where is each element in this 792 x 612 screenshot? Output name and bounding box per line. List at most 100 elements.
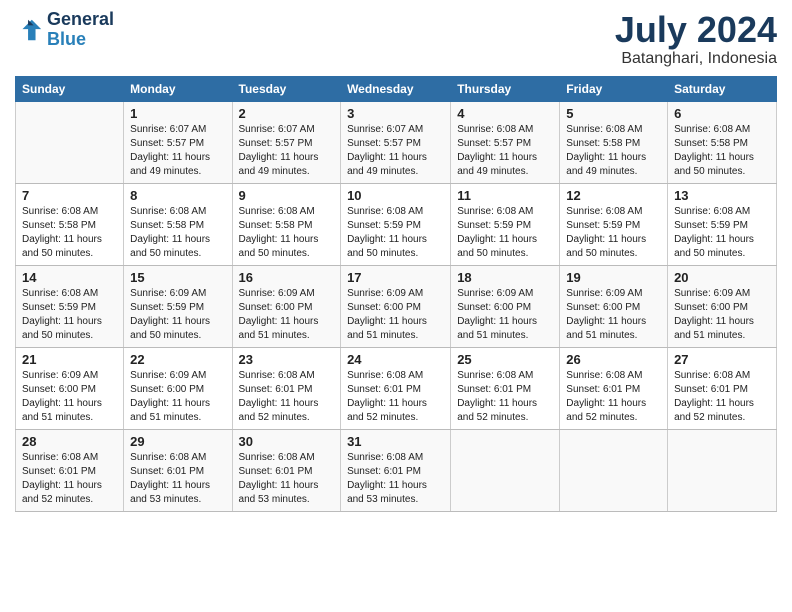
- day-info: Sunrise: 6:08 AM Sunset: 5:58 PM Dayligh…: [239, 205, 335, 261]
- col-tuesday: Tuesday: [232, 76, 341, 101]
- day-number: 15: [130, 270, 225, 285]
- calendar-cell: [16, 101, 124, 183]
- day-info: Sunrise: 6:09 AM Sunset: 6:00 PM Dayligh…: [457, 287, 553, 343]
- calendar-cell: 20Sunrise: 6:09 AM Sunset: 6:00 PM Dayli…: [668, 265, 777, 347]
- calendar-cell: 12 Sunrise: 6:08 AM Sunset: 5:59 PM Dayli…: [560, 183, 668, 265]
- day-info: Sunrise: 6:08 AM Sunset: 6:01 PM Dayligh…: [674, 369, 770, 425]
- day-number: 17: [347, 270, 444, 285]
- day-number: 3: [347, 106, 444, 121]
- day-number: 8: [130, 188, 225, 203]
- day-number: 21: [22, 352, 117, 367]
- col-saturday: Saturday: [668, 76, 777, 101]
- calendar-cell: 5 Sunrise: 6:08 AM Sunset: 5:58 PM Daylig…: [560, 101, 668, 183]
- logo: General Blue: [15, 10, 114, 50]
- calendar-cell: 7Sunrise: 6:08 AM Sunset: 5:58 PM Daylig…: [16, 183, 124, 265]
- calendar-cell: 2 Sunrise: 6:07 AM Sunset: 5:57 PM Daylig…: [232, 101, 341, 183]
- day-info: Sunrise: 6:09 AM Sunset: 6:00 PM Dayligh…: [674, 287, 770, 343]
- day-info: Sunrise: 6:08 AM Sunset: 6:01 PM Dayligh…: [22, 451, 117, 507]
- calendar-week-row: 28 Sunrise: 6:08 AM Sunset: 6:01 PM Dayli…: [16, 429, 777, 511]
- calendar-week-row: 1 Sunrise: 6:07 AM Sunset: 5:57 PM Daylig…: [16, 101, 777, 183]
- calendar-cell: 17 Sunrise: 6:09 AM Sunset: 6:00 PM Dayli…: [341, 265, 451, 347]
- calendar-cell: [451, 429, 560, 511]
- day-number: 2: [239, 106, 335, 121]
- day-info: Sunrise: 6:08 AM Sunset: 5:59 PM Dayligh…: [566, 205, 661, 261]
- logo-line1: General: [47, 10, 114, 30]
- day-info: Sunrise: 6:08 AM Sunset: 5:59 PM Dayligh…: [347, 205, 444, 261]
- day-number: 30: [239, 434, 335, 449]
- calendar-cell: 24 Sunrise: 6:08 AM Sunset: 6:01 PM Dayli…: [341, 347, 451, 429]
- calendar-cell: 3 Sunrise: 6:07 AM Sunset: 5:57 PM Daylig…: [341, 101, 451, 183]
- calendar-cell: 19 Sunrise: 6:09 AM Sunset: 6:00 PM Dayli…: [560, 265, 668, 347]
- day-info: Sunrise: 6:08 AM Sunset: 6:01 PM Dayligh…: [130, 451, 225, 507]
- day-number: 11: [457, 188, 553, 203]
- day-number: 13: [674, 188, 770, 203]
- calendar-week-row: 7Sunrise: 6:08 AM Sunset: 5:58 PM Daylig…: [16, 183, 777, 265]
- day-info: Sunrise: 6:07 AM Sunset: 5:57 PM Dayligh…: [130, 123, 225, 179]
- col-friday: Friday: [560, 76, 668, 101]
- header: General Blue July 2024 Batanghari, Indon…: [15, 10, 777, 68]
- day-info: Sunrise: 6:09 AM Sunset: 6:00 PM Dayligh…: [347, 287, 444, 343]
- day-info: Sunrise: 6:09 AM Sunset: 6:00 PM Dayligh…: [130, 369, 225, 425]
- day-number: 27: [674, 352, 770, 367]
- calendar-cell: 15 Sunrise: 6:09 AM Sunset: 5:59 PM Dayli…: [124, 265, 232, 347]
- page: General Blue July 2024 Batanghari, Indon…: [0, 0, 792, 612]
- calendar-cell: 27 Sunrise: 6:08 AM Sunset: 6:01 PM Dayli…: [668, 347, 777, 429]
- subtitle: Batanghari, Indonesia: [615, 50, 777, 68]
- day-info: Sunrise: 6:07 AM Sunset: 5:57 PM Dayligh…: [347, 123, 444, 179]
- day-number: 18: [457, 270, 553, 285]
- day-info: Sunrise: 6:08 AM Sunset: 5:59 PM Dayligh…: [674, 205, 770, 261]
- day-info: Sunrise: 6:08 AM Sunset: 5:59 PM Dayligh…: [457, 205, 553, 261]
- day-info: Sunrise: 6:08 AM Sunset: 6:01 PM Dayligh…: [347, 369, 444, 425]
- day-number: 23: [239, 352, 335, 367]
- day-number: 28: [22, 434, 117, 449]
- calendar-cell: [560, 429, 668, 511]
- logo-text: General Blue: [47, 10, 114, 50]
- day-number: 6: [674, 106, 770, 121]
- calendar-table: Sunday Monday Tuesday Wednesday Thursday…: [15, 76, 777, 512]
- calendar-cell: 25 Sunrise: 6:08 AM Sunset: 6:01 PM Dayli…: [451, 347, 560, 429]
- calendar-cell: 16 Sunrise: 6:09 AM Sunset: 6:00 PM Dayli…: [232, 265, 341, 347]
- day-info: Sunrise: 6:08 AM Sunset: 5:58 PM Dayligh…: [566, 123, 661, 179]
- col-sunday: Sunday: [16, 76, 124, 101]
- calendar-cell: 10 Sunrise: 6:08 AM Sunset: 5:59 PM Dayli…: [341, 183, 451, 265]
- day-info: Sunrise: 6:07 AM Sunset: 5:57 PM Dayligh…: [239, 123, 335, 179]
- calendar-cell: 18 Sunrise: 6:09 AM Sunset: 6:00 PM Dayli…: [451, 265, 560, 347]
- day-number: 29: [130, 434, 225, 449]
- calendar-cell: 14 Sunrise: 6:08 AM Sunset: 5:59 PM Dayli…: [16, 265, 124, 347]
- day-info: Sunrise: 6:08 AM Sunset: 6:01 PM Dayligh…: [239, 369, 335, 425]
- main-title: July 2024: [615, 10, 777, 50]
- calendar-week-row: 14 Sunrise: 6:08 AM Sunset: 5:59 PM Dayli…: [16, 265, 777, 347]
- calendar-cell: 8Sunrise: 6:08 AM Sunset: 5:58 PM Daylig…: [124, 183, 232, 265]
- day-number: 16: [239, 270, 335, 285]
- day-info: Sunrise: 6:09 AM Sunset: 6:00 PM Dayligh…: [239, 287, 335, 343]
- col-thursday: Thursday: [451, 76, 560, 101]
- day-number: 10: [347, 188, 444, 203]
- calendar-week-row: 21 Sunrise: 6:09 AM Sunset: 6:00 PM Dayli…: [16, 347, 777, 429]
- day-number: 12: [566, 188, 661, 203]
- logo-line2: Blue: [47, 30, 114, 50]
- day-number: 4: [457, 106, 553, 121]
- day-info: Sunrise: 6:08 AM Sunset: 5:58 PM Dayligh…: [674, 123, 770, 179]
- day-number: 25: [457, 352, 553, 367]
- day-info: Sunrise: 6:08 AM Sunset: 5:59 PM Dayligh…: [22, 287, 117, 343]
- day-info: Sunrise: 6:08 AM Sunset: 6:01 PM Dayligh…: [347, 451, 444, 507]
- day-info: Sunrise: 6:08 AM Sunset: 6:01 PM Dayligh…: [457, 369, 553, 425]
- calendar-cell: 4Sunrise: 6:08 AM Sunset: 5:57 PM Daylig…: [451, 101, 560, 183]
- calendar-cell: 31 Sunrise: 6:08 AM Sunset: 6:01 PM Dayli…: [341, 429, 451, 511]
- day-info: Sunrise: 6:08 AM Sunset: 5:58 PM Dayligh…: [22, 205, 117, 261]
- day-info: Sunrise: 6:09 AM Sunset: 5:59 PM Dayligh…: [130, 287, 225, 343]
- day-number: 5: [566, 106, 661, 121]
- day-number: 19: [566, 270, 661, 285]
- day-number: 9: [239, 188, 335, 203]
- calendar-cell: [668, 429, 777, 511]
- day-info: Sunrise: 6:09 AM Sunset: 6:00 PM Dayligh…: [566, 287, 661, 343]
- calendar-cell: 1 Sunrise: 6:07 AM Sunset: 5:57 PM Daylig…: [124, 101, 232, 183]
- day-number: 24: [347, 352, 444, 367]
- day-number: 1: [130, 106, 225, 121]
- day-info: Sunrise: 6:08 AM Sunset: 6:01 PM Dayligh…: [566, 369, 661, 425]
- calendar-cell: 30Sunrise: 6:08 AM Sunset: 6:01 PM Dayli…: [232, 429, 341, 511]
- day-number: 14: [22, 270, 117, 285]
- calendar-cell: 26Sunrise: 6:08 AM Sunset: 6:01 PM Dayli…: [560, 347, 668, 429]
- calendar-cell: 29 Sunrise: 6:08 AM Sunset: 6:01 PM Dayli…: [124, 429, 232, 511]
- day-number: 31: [347, 434, 444, 449]
